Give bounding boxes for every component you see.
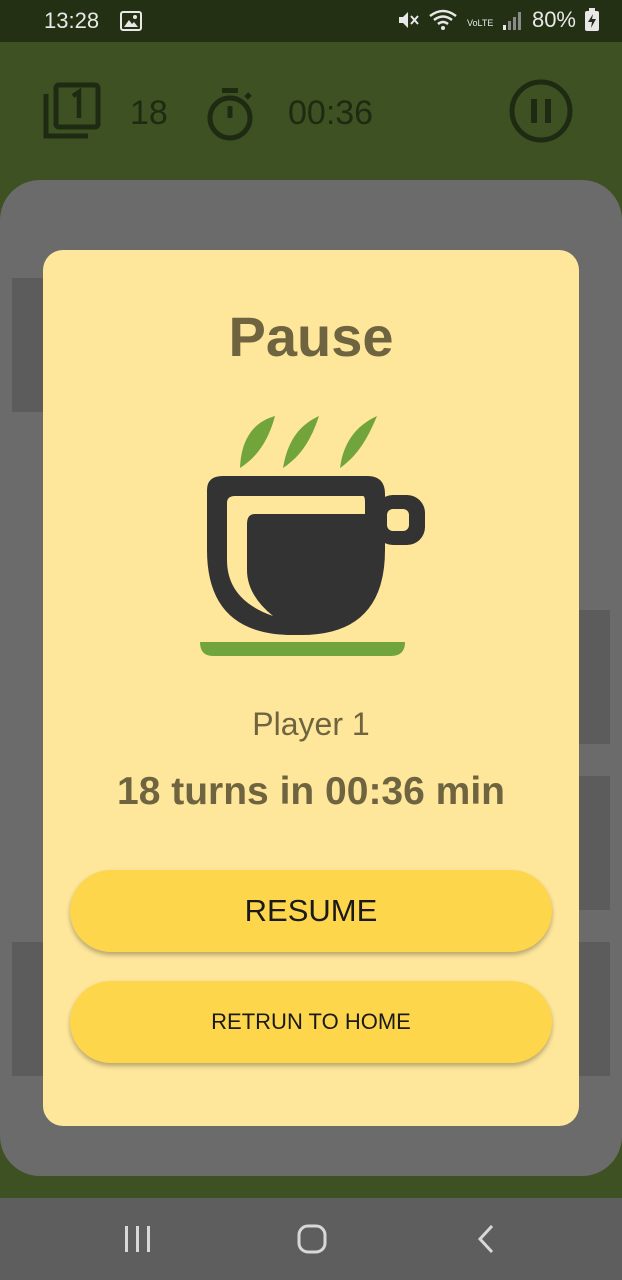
- coffee-cup-icon: [193, 410, 433, 665]
- volte-label: VoLTE1: [467, 18, 494, 28]
- player-name: Player 1: [252, 706, 370, 742]
- signal-icon: [502, 9, 524, 31]
- volte-icon: VoLTE1: [466, 8, 494, 32]
- battery-percent: 80%: [531, 7, 576, 32]
- status-indicators: VoLTE1 80%: [396, 7, 600, 33]
- resume-button[interactable]: RESUME: [70, 870, 552, 952]
- pause-dialog: Pause Player 1 18 turns in 00:36 min RES…: [43, 250, 579, 1126]
- pause-icon: [509, 79, 573, 143]
- return-home-button[interactable]: RETRUN TO HOME: [70, 981, 552, 1063]
- dialog-title: Pause: [228, 305, 394, 368]
- status-bar: 13:28 VoLTE1: [0, 0, 622, 42]
- bottom-strip: [0, 1176, 622, 1198]
- back-icon[interactable]: [472, 1222, 500, 1261]
- elapsed-time: 00:36: [288, 94, 374, 132]
- stopwatch-icon: [204, 86, 256, 147]
- turns-count: 18: [130, 94, 168, 132]
- wifi-icon: [428, 8, 458, 32]
- status-time: 13:28: [44, 8, 100, 33]
- system-nav-bar: [0, 1198, 622, 1280]
- game-toolbar: 18 00:36: [0, 42, 622, 180]
- recents-icon[interactable]: [122, 1222, 154, 1261]
- game-summary: 18 turns in 00:36 min: [117, 770, 505, 813]
- cards-icon: [42, 82, 102, 145]
- home-icon[interactable]: [296, 1221, 328, 1262]
- battery-charging-icon: [584, 8, 600, 32]
- gallery-notification-icon: [120, 11, 142, 37]
- pause-button[interactable]: [508, 78, 574, 144]
- mute-icon: [396, 8, 420, 32]
